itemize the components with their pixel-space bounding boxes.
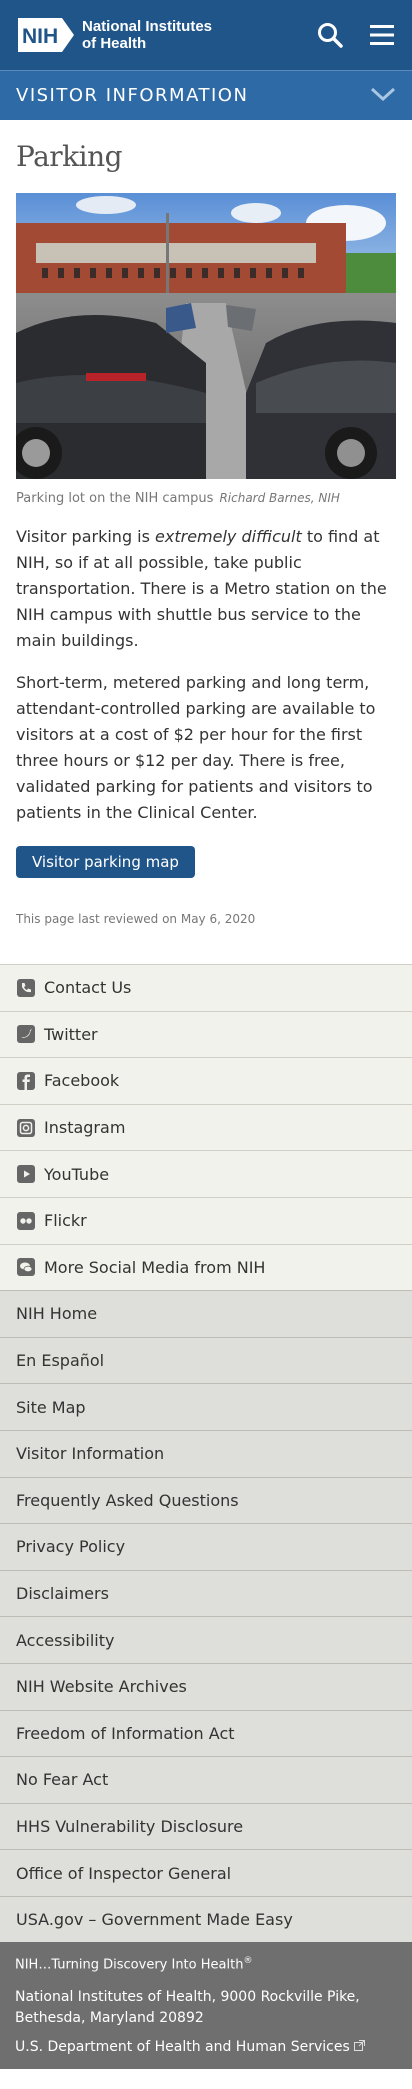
section-nav-toggle[interactable]: VISITOR INFORMATION bbox=[0, 70, 412, 120]
social-link-label: More Social Media from NIH bbox=[44, 1257, 266, 1277]
chat-bubbles-icon bbox=[16, 1257, 36, 1277]
social-link-facebook[interactable]: Facebook bbox=[0, 1057, 412, 1104]
main-content: Parking Parking lot on the NIH campus Ri… bbox=[0, 140, 412, 926]
social-link-label: Flickr bbox=[44, 1211, 87, 1231]
nih-logo-mark: NIH bbox=[16, 16, 76, 54]
phone-icon bbox=[16, 978, 36, 998]
footer-link-disclaimers[interactable]: Disclaimers bbox=[0, 1569, 412, 1617]
footer-bottom: NIH…Turning Discovery Into Health® Natio… bbox=[0, 1942, 412, 2069]
social-link-instagram[interactable]: Instagram bbox=[0, 1103, 412, 1151]
footer-tagline: NIH…Turning Discovery Into Health® bbox=[15, 1956, 397, 1972]
footer-link-website-archives[interactable]: NIH Website Archives bbox=[0, 1662, 412, 1710]
social-link-label: Instagram bbox=[44, 1118, 126, 1138]
footer-site-links: NIH Home En Español Site Map Visitor Inf… bbox=[0, 1290, 412, 1943]
photo-credit: Richard Barnes, NIH bbox=[219, 491, 340, 505]
svg-text:NIH: NIH bbox=[22, 25, 58, 48]
parking-lot-photo bbox=[16, 193, 396, 479]
social-link-label: Contact Us bbox=[44, 978, 132, 998]
footer-link-nih-home[interactable]: NIH Home bbox=[0, 1290, 412, 1337]
hhs-link-text: U.S. Department of Health and Human Serv… bbox=[15, 2038, 350, 2055]
para1-emphasis: extremely difficult bbox=[155, 527, 302, 546]
social-link-label: Facebook bbox=[44, 1071, 120, 1091]
caption-text: Parking lot on the NIH campus bbox=[16, 491, 214, 506]
social-link-more-social-media[interactable]: More Social Media from NIH bbox=[0, 1243, 412, 1291]
social-link-label: YouTube bbox=[44, 1164, 110, 1184]
registered-mark: ® bbox=[243, 1956, 253, 1967]
hamburger-menu-icon[interactable] bbox=[368, 21, 396, 49]
social-links-list: Contact Us Twitter Facebook Instagram Yo… bbox=[0, 964, 412, 1291]
section-nav-label: VISITOR INFORMATION bbox=[16, 85, 249, 106]
facebook-icon bbox=[16, 1071, 36, 1091]
footer-link-site-map[interactable]: Site Map bbox=[0, 1383, 412, 1430]
social-link-label: Twitter bbox=[44, 1024, 98, 1044]
hhs-link[interactable]: U.S. Department of Health and Human Serv… bbox=[15, 2039, 397, 2055]
image-caption: Parking lot on the NIH campus Richard Bar… bbox=[16, 489, 396, 508]
external-link-icon bbox=[353, 2039, 365, 2055]
youtube-icon bbox=[16, 1164, 36, 1184]
footer-link-usa-gov[interactable]: USA.gov – Government Made Easy bbox=[0, 1895, 412, 1943]
instagram-icon bbox=[16, 1118, 36, 1138]
footer-link-hhs-vulnerability[interactable]: HHS Vulnerability Disclosure bbox=[0, 1802, 412, 1850]
nih-logo[interactable]: NIH National Institutes of Health bbox=[16, 16, 212, 54]
top-header: NIH National Institutes of Health bbox=[0, 0, 412, 70]
search-icon[interactable] bbox=[316, 21, 344, 49]
footer-link-privacy-policy[interactable]: Privacy Policy bbox=[0, 1523, 412, 1570]
chevron-down-icon bbox=[370, 86, 396, 106]
visitor-parking-map-button[interactable]: Visitor parking map bbox=[16, 846, 195, 878]
footer-link-no-fear-act[interactable]: No Fear Act bbox=[0, 1756, 412, 1803]
social-link-flickr[interactable]: Flickr bbox=[0, 1196, 412, 1244]
footer-address: National Institutes of Health, 9000 Rock… bbox=[15, 1988, 360, 2026]
logo-line-2: of Health bbox=[82, 35, 147, 52]
footer-link-visitor-information[interactable]: Visitor Information bbox=[0, 1429, 412, 1477]
footer-link-foia[interactable]: Freedom of Information Act bbox=[0, 1709, 412, 1757]
social-link-youtube[interactable]: YouTube bbox=[0, 1150, 412, 1197]
footer-link-accessibility[interactable]: Accessibility bbox=[0, 1616, 412, 1663]
twitter-icon bbox=[16, 1024, 36, 1044]
logo-line-1: National Institutes bbox=[82, 18, 213, 35]
last-reviewed-date: This page last reviewed on May 6, 2020 bbox=[16, 912, 256, 926]
social-link-twitter[interactable]: Twitter bbox=[0, 1010, 412, 1058]
tagline-text: NIH…Turning Discovery Into Health bbox=[15, 1957, 244, 1973]
footer-link-inspector-general[interactable]: Office of Inspector General bbox=[0, 1849, 412, 1896]
logo-wordmark: National Institutes of Health bbox=[82, 18, 212, 52]
page-title: Parking bbox=[16, 140, 123, 173]
para1-text-start: Visitor parking is bbox=[16, 527, 156, 546]
social-link-contact-us[interactable]: Contact Us bbox=[0, 964, 412, 1011]
footer-link-faq[interactable]: Frequently Asked Questions bbox=[0, 1476, 412, 1524]
paragraph-parking-costs: Short-term, metered parking and long ter… bbox=[16, 673, 376, 822]
footer-link-en-espanol[interactable]: En Español bbox=[0, 1336, 412, 1384]
flickr-icon bbox=[16, 1211, 36, 1231]
paragraph-parking-difficult: Visitor parking is extremely difficult t… bbox=[16, 524, 396, 654]
